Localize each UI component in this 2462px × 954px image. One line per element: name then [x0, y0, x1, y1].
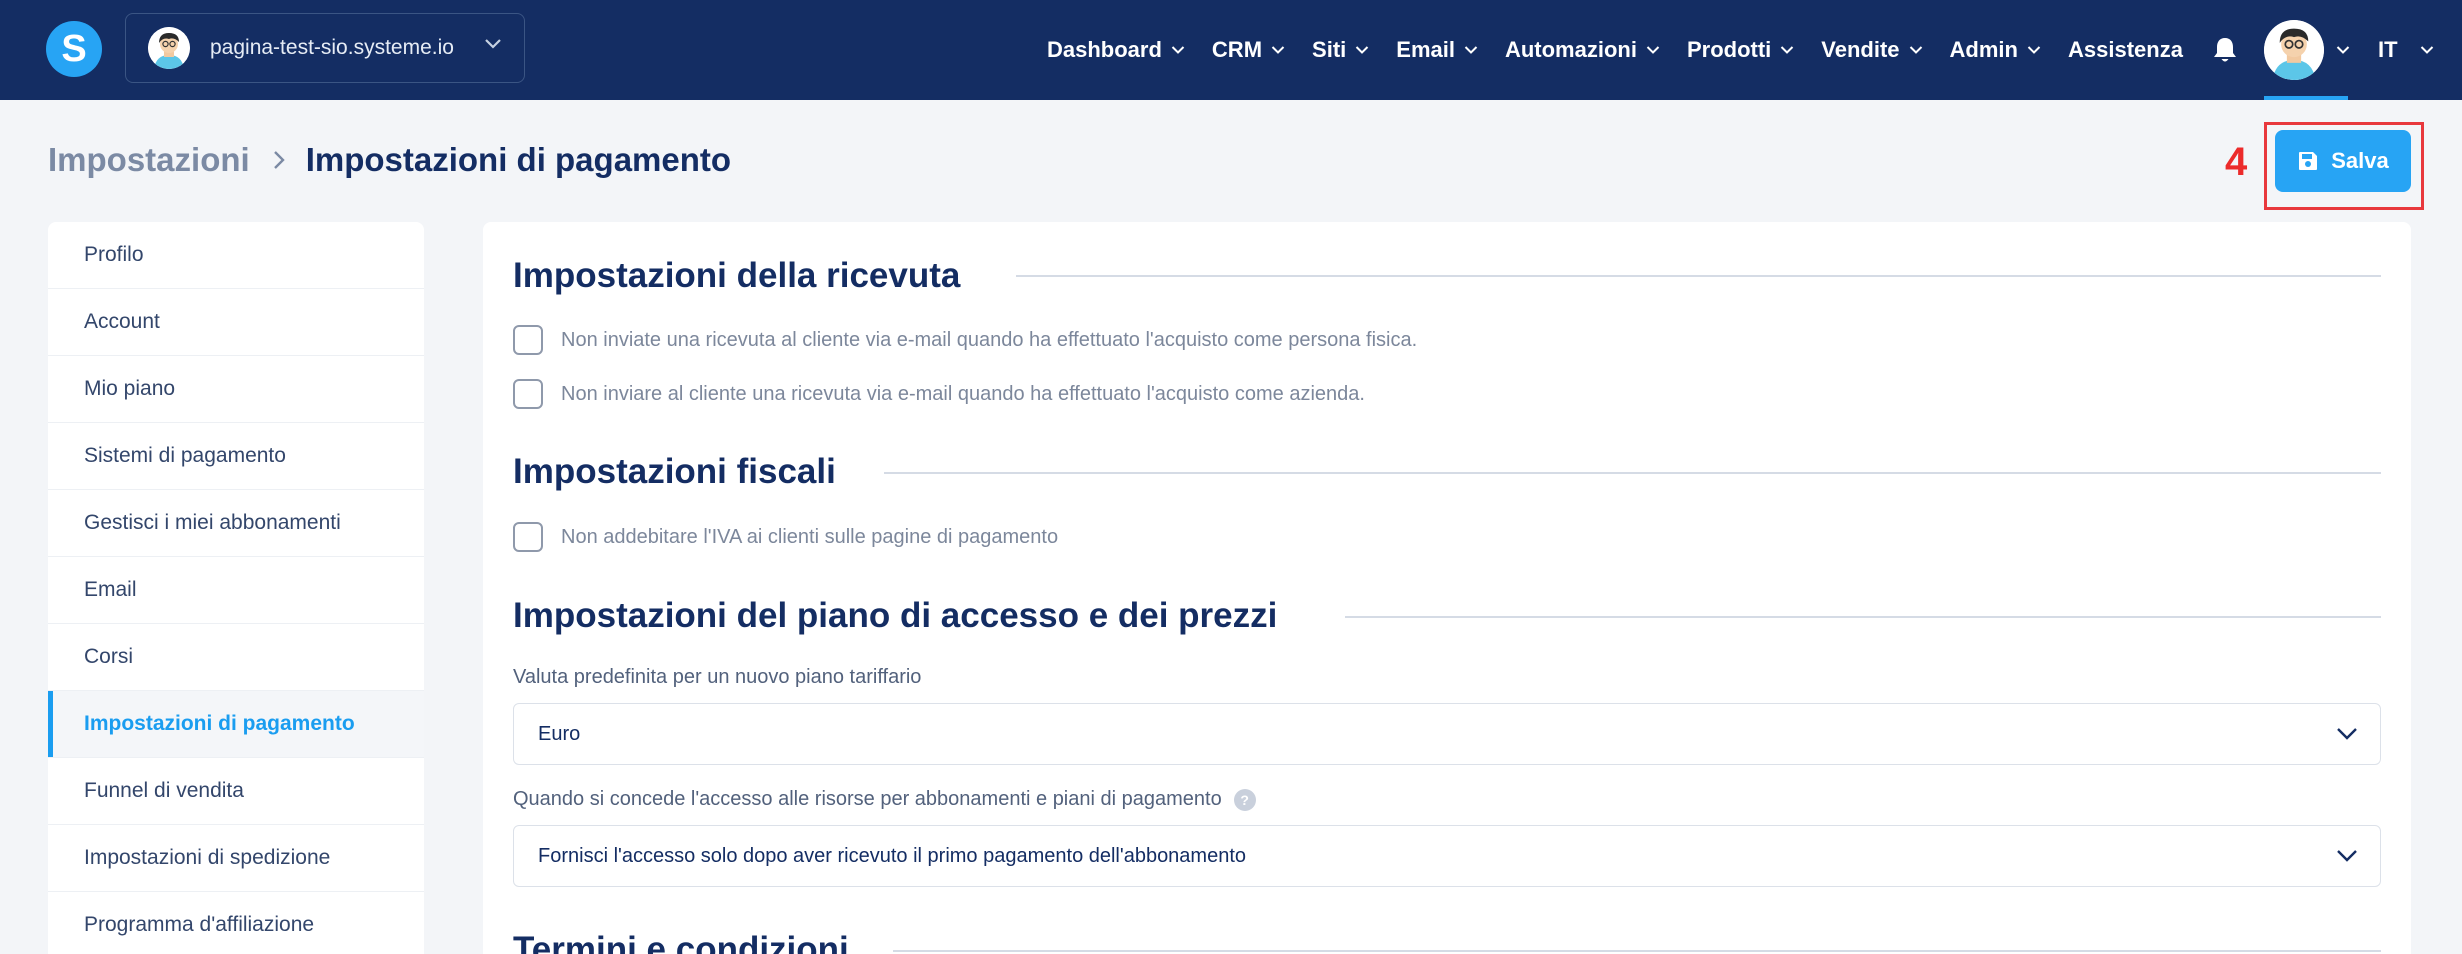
nav-assistenza[interactable]: Assistenza [2068, 37, 2183, 63]
chevron-down-icon [1909, 46, 1922, 54]
top-navigation-bar: S pagina-test-sio.systeme.io Dashboard C… [0, 0, 2462, 100]
sidebar-item-label: Mio piano [84, 377, 176, 400]
sidebar-item-funnel-di-vendita[interactable]: Funnel di vendita [48, 758, 424, 825]
chevron-down-icon [1781, 46, 1794, 54]
chevron-down-icon [1464, 46, 1478, 54]
chevron-down-icon [2337, 728, 2357, 740]
page-title: Impostazioni di pagamento [305, 141, 732, 178]
section-title-receipt: Impostazioni della ricevuta [513, 256, 961, 295]
access-grant-select[interactable]: Fornisci l'accesso solo dopo aver ricevu… [513, 825, 2381, 887]
section-title-terms: Termini e condizioni [513, 930, 849, 954]
language-selector[interactable]: IT [2378, 37, 2434, 63]
chevron-down-icon [2420, 46, 2433, 54]
chevron-down-icon [1356, 46, 1369, 54]
chevron-down-icon [1646, 46, 1660, 54]
checkbox-no-receipt-person[interactable] [513, 325, 543, 355]
systeme-logo[interactable]: S [46, 21, 102, 77]
currency-selected-value: Euro [538, 722, 581, 745]
nav-prodotti[interactable]: Prodotti [1687, 37, 1794, 63]
user-menu[interactable] [2263, 0, 2350, 100]
sidebar-item-label: Impostazioni di spedizione [84, 846, 331, 869]
section-title-access-pricing: Impostazioni del piano di accesso e dei … [513, 596, 1278, 635]
floppy-disk-icon [2299, 152, 2318, 170]
section-divider [884, 472, 2381, 474]
nav-crm[interactable]: CRM [1212, 37, 1285, 63]
nav-vendite[interactable]: Vendite [1821, 37, 1922, 63]
active-indicator [2263, 96, 2348, 100]
nav-email[interactable]: Email [1396, 37, 1478, 63]
nav-dashboard[interactable]: Dashboard [1047, 37, 1185, 63]
sidebar-item-label: Profilo [84, 243, 144, 266]
settings-sidebar: Profilo Account Mio piano Sistemi di pag… [48, 222, 424, 954]
section-divider [1345, 616, 2381, 618]
sidebar-item-profilo[interactable]: Profilo [48, 222, 424, 289]
access-grant-label-text: Quando si concede l'accesso alle risorse… [513, 788, 1222, 810]
section-title-fiscal: Impostazioni fiscali [513, 452, 836, 491]
receipt-person-option: Non inviate una ricevuta al cliente via … [513, 325, 1417, 355]
site-avatar [148, 27, 190, 69]
chevron-down-icon [1271, 46, 1285, 54]
site-selector[interactable]: pagina-test-sio.systeme.io [125, 13, 525, 83]
sidebar-item-email[interactable]: Email [48, 557, 424, 624]
checkbox-label: Non inviare al cliente una ricevuta via … [561, 382, 1365, 405]
chevron-down-icon [2337, 850, 2357, 862]
breadcrumb-parent[interactable]: Impostazioni [48, 141, 250, 179]
chevron-down-icon [485, 39, 501, 49]
chevron-down-icon [2336, 46, 2350, 54]
chevron-down-icon [1171, 46, 1185, 54]
sidebar-item-sistemi-di-pagamento[interactable]: Sistemi di pagamento [48, 423, 424, 490]
section-divider [893, 950, 2381, 952]
sidebar-item-account[interactable]: Account [48, 289, 424, 356]
step-annotation-number: 4 [2225, 140, 2248, 184]
chevron-down-icon [2027, 46, 2041, 54]
sidebar-item-impostazioni-di-pagamento[interactable]: Impostazioni di pagamento [48, 691, 424, 758]
checkbox-no-vat[interactable] [513, 522, 543, 552]
access-grant-label: Quando si concede l'accesso alle risorse… [513, 788, 1256, 811]
save-button-label: Salva [2331, 148, 2389, 173]
sidebar-item-label: Sistemi di pagamento [84, 444, 286, 467]
payment-settings-panel: Impostazioni della ricevuta Non inviate … [483, 222, 2411, 954]
receipt-company-option: Non inviare al cliente una ricevuta via … [513, 379, 1365, 409]
help-icon[interactable]: ? [1233, 788, 1256, 811]
access-grant-selected-value: Fornisci l'accesso solo dopo aver ricevu… [538, 844, 1247, 867]
sidebar-item-impostazioni-di-spedizione[interactable]: Impostazioni di spedizione [48, 825, 424, 892]
checkbox-label: Non addebitare l'IVA ai clienti sulle pa… [561, 525, 1059, 548]
main-nav: Dashboard CRM Siti Email Automazioni Pro… [1047, 0, 2434, 100]
sidebar-item-label: Programma d'affiliazione [84, 913, 315, 936]
checkbox-label: Non inviate una ricevuta al cliente via … [561, 328, 1418, 351]
breadcrumb: Impostazioni Impostazioni di pagamento [48, 141, 731, 179]
sidebar-item-label: Corsi [84, 645, 134, 668]
sidebar-item-label: Gestisci i miei abbonamenti [84, 511, 341, 534]
site-name: pagina-test-sio.systeme.io [210, 36, 454, 59]
sidebar-item-label: Account [84, 310, 160, 333]
chevron-right-icon [273, 151, 285, 169]
currency-label: Valuta predefinita per un nuovo piano ta… [513, 666, 922, 688]
nav-siti[interactable]: Siti [1312, 37, 1369, 63]
save-button[interactable]: Salva [2275, 130, 2411, 192]
nav-automazioni[interactable]: Automazioni [1505, 37, 1660, 63]
checkbox-no-receipt-company[interactable] [513, 379, 543, 409]
section-divider [1016, 275, 2381, 277]
avatar [2263, 20, 2324, 80]
sidebar-item-programma-affiliazione[interactable]: Programma d'affiliazione [48, 892, 424, 954]
sidebar-item-label: Funnel di vendita [84, 779, 244, 802]
currency-select[interactable]: Euro [513, 703, 2381, 765]
sidebar-item-mio-piano[interactable]: Mio piano [48, 356, 424, 423]
nav-admin[interactable]: Admin [1950, 37, 2041, 63]
sidebar-item-corsi[interactable]: Corsi [48, 624, 424, 691]
sidebar-item-label: Impostazioni di pagamento [84, 712, 355, 735]
sidebar-item-gestisci-abbonamenti[interactable]: Gestisci i miei abbonamenti [48, 490, 424, 557]
bell-icon[interactable] [2212, 36, 2238, 64]
sidebar-item-label: Email [84, 578, 137, 601]
vat-option: Non addebitare l'IVA ai clienti sulle pa… [513, 522, 1058, 552]
